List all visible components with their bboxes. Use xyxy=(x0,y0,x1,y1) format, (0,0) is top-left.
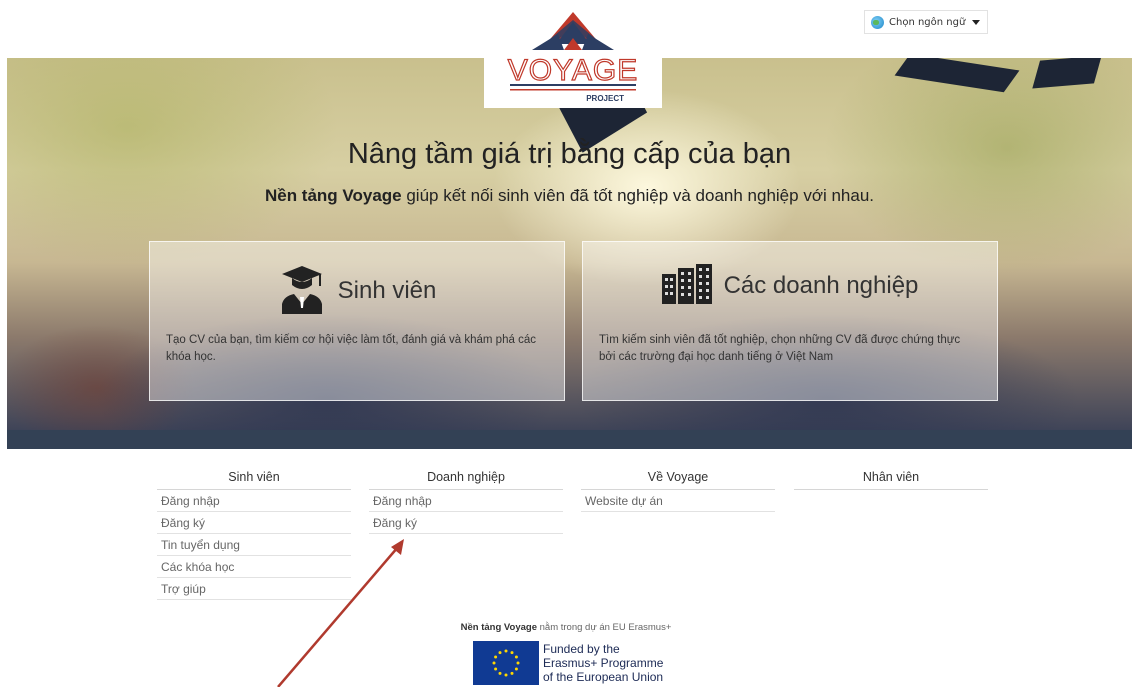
language-selector-label: Chọn ngôn ngữ xyxy=(889,16,966,28)
eu-funding-line: of the European Union xyxy=(543,670,664,684)
student-card-title: Sinh viên xyxy=(337,277,437,304)
footer-link-student-register[interactable]: Đăng ký xyxy=(157,512,351,534)
hero-title: Nâng tầm giá trị bằng cấp của bạn xyxy=(347,138,792,170)
footer-link-job-listings[interactable]: Tin tuyển dụng xyxy=(157,534,351,556)
footer-link-help[interactable]: Trợ giúp xyxy=(157,578,351,600)
business-card-title: Các doanh nghiệp xyxy=(723,272,919,299)
graduation-cap-decoration xyxy=(894,58,1020,93)
hero-subtitle: Nền tảng Voyage giúp kết nối sinh viên đ… xyxy=(7,186,1132,206)
footer-column-about: Về Voyage Website dự án xyxy=(581,470,775,512)
footer-column-students: Sinh viên Đăng nhập Đăng ký Tin tuyển dụ… xyxy=(157,470,351,600)
student-card[interactable]: Sinh viên Tạo CV của bạn, tìm kiếm cơ hộ… xyxy=(149,241,565,401)
eu-flag-icon xyxy=(473,641,539,685)
divider-band xyxy=(7,430,1132,449)
logo-brand-text: VOYAGE xyxy=(508,54,638,87)
graduation-cap-decoration xyxy=(1032,58,1102,89)
eu-funding-line: Funded by the xyxy=(543,642,620,656)
footer-link-business-login[interactable]: Đăng nhập xyxy=(369,490,563,512)
business-card-description: Tìm kiếm sinh viên đã tốt nghiệp, chọn n… xyxy=(599,334,961,363)
footer-link-business-register[interactable]: Đăng ký xyxy=(369,512,563,534)
footer-column-heading: Về Voyage xyxy=(581,470,775,490)
erasmus-note-text: nằm trong dự án EU Erasmus+ xyxy=(536,622,672,633)
footer-link-project-website[interactable]: Website dự án xyxy=(581,490,775,512)
graduate-icon xyxy=(278,264,326,318)
business-card[interactable]: Các doanh nghiệp Tìm kiếm sinh viên đã t… xyxy=(582,241,998,401)
eu-funding-line: Erasmus+ Programme xyxy=(543,656,664,670)
caret-down-icon xyxy=(972,20,980,25)
footer-link-student-login[interactable]: Đăng nhập xyxy=(157,490,351,512)
eu-funding-text: Funded by the Erasmus+ Programme of the … xyxy=(543,642,663,684)
erasmus-note: Nền tảng Voyage nằm trong dự án EU Erasm… xyxy=(0,622,1132,633)
footer-column-business: Doanh nghiệp Đăng nhập Đăng ký xyxy=(369,470,563,534)
footer-column-heading: Sinh viên xyxy=(157,470,351,490)
hero-subtitle-text: giúp kết nối sinh viên đã tốt nghiệp và … xyxy=(401,186,875,205)
erasmus-note-brand: Nền tảng Voyage xyxy=(460,622,537,633)
eu-funding-badge[interactable]: Funded by the Erasmus+ Programme of the … xyxy=(473,641,683,685)
footer-column-staff: Nhân viên xyxy=(794,470,988,490)
hero-banner: Nâng tầm giá trị bằng cấp của bạn Nền tả… xyxy=(7,58,1132,430)
student-card-description: Tạo CV của bạn, tìm kiếm cơ hội việc làm… xyxy=(166,334,536,363)
buildings-icon xyxy=(661,264,712,308)
footer-link-courses[interactable]: Các khóa học xyxy=(157,556,351,578)
language-selector[interactable]: Chọn ngôn ngữ xyxy=(864,10,988,34)
footer-column-heading: Nhân viên xyxy=(794,470,988,490)
hero-subtitle-brand: Nền tảng Voyage xyxy=(264,186,402,205)
globe-icon xyxy=(871,15,884,29)
voyage-logo[interactable]: VOYAGE PROJECT xyxy=(484,0,662,108)
footer-column-heading: Doanh nghiệp xyxy=(369,470,563,490)
logo-sub-text: PROJECT xyxy=(586,94,624,103)
